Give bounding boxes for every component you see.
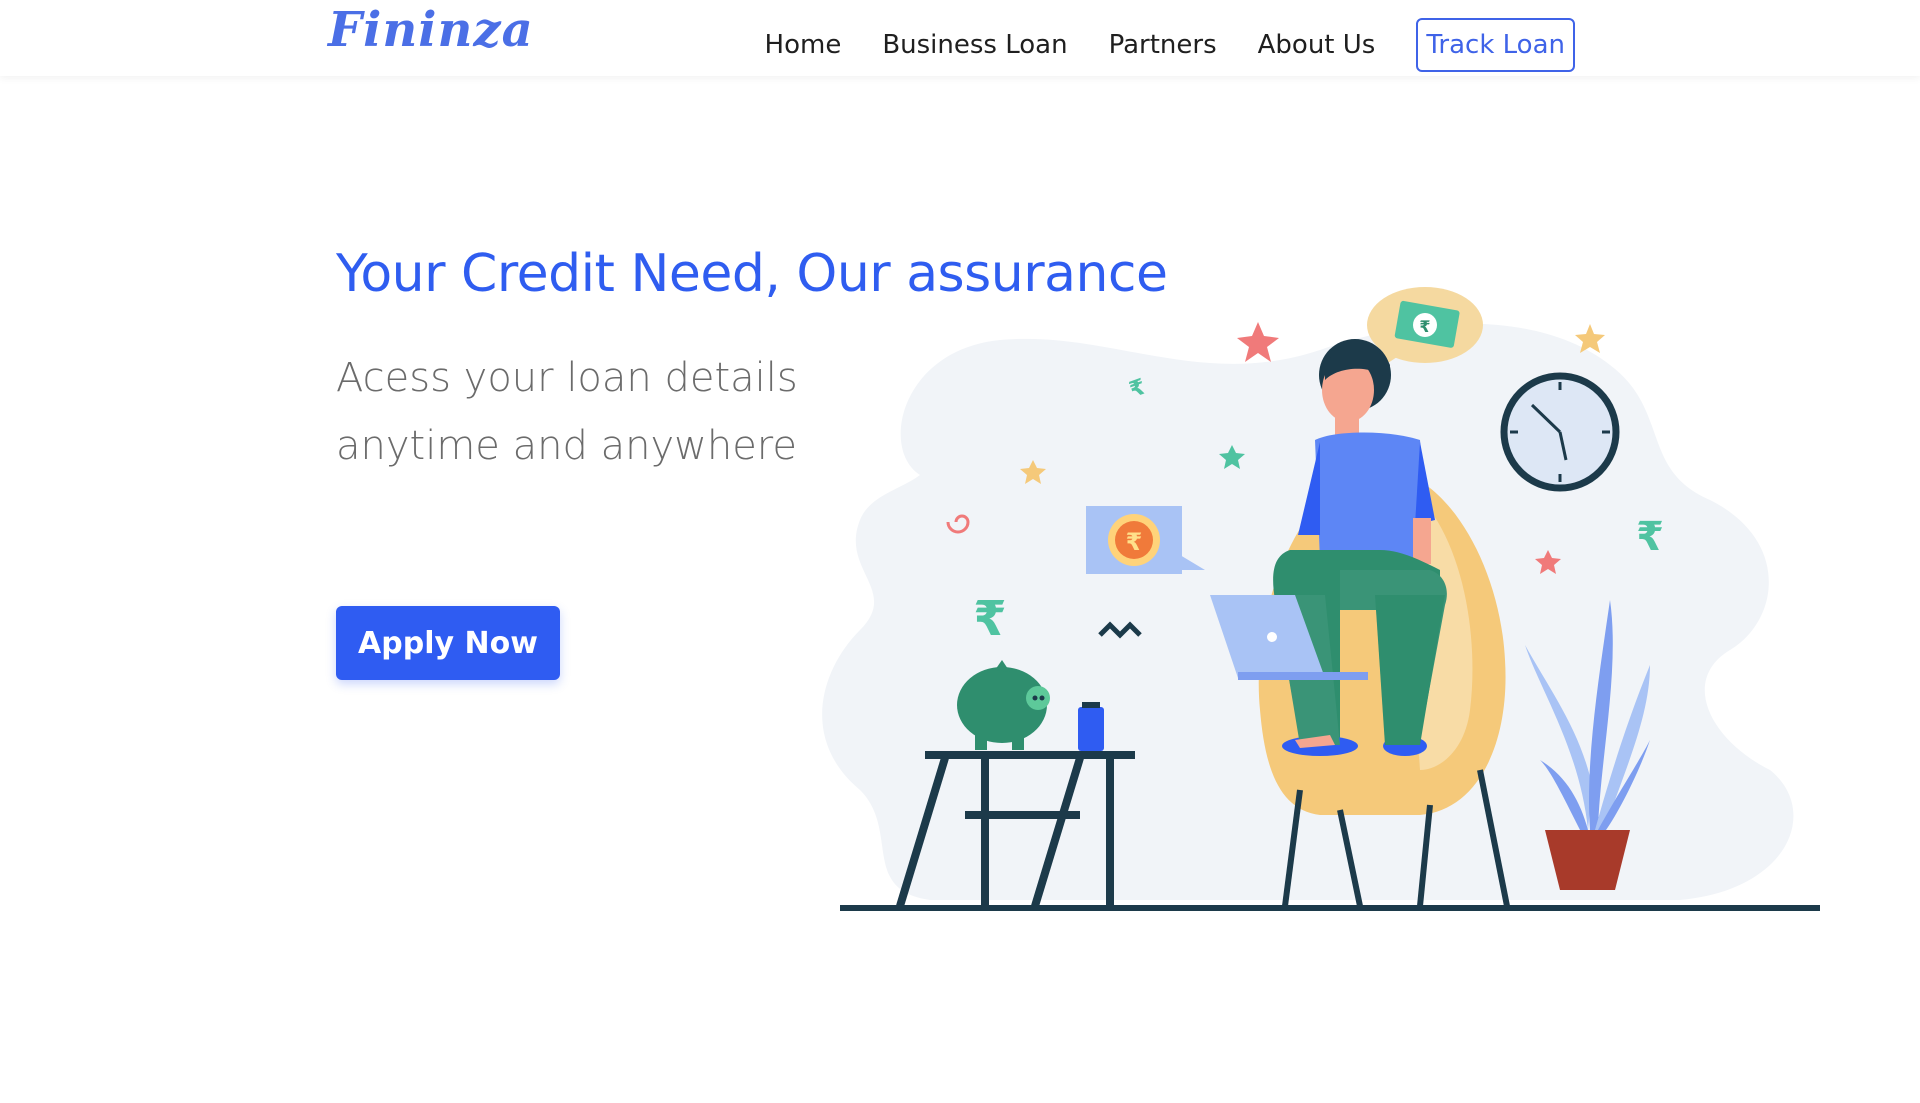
apply-now-button[interactable]: Apply Now [336,606,560,680]
brand-logo[interactable]: Fininza [328,2,534,58]
hero-subtitle-line-1: Acess your loan details [336,355,798,401]
can-icon [1078,702,1104,751]
main-nav: Home Business Loan Partners About Us Tra… [765,18,1575,72]
top-navigation-bar: Fininza Home Business Loan Partners Abou… [0,0,1920,76]
hero-subtitle-line-2: anytime and anywhere [336,423,797,469]
hero-subtitle: Acess your loan details anytime and anyw… [336,344,856,480]
nav-business-loan-link[interactable]: Business Loan [882,30,1067,60]
hero-illustration: ₹ ₹ ₹ ₹ ₹ [822,287,1820,911]
clock-icon [1500,372,1620,492]
track-loan-button[interactable]: Track Loan [1416,18,1575,72]
star-icon [1237,322,1279,362]
rupee-icon: ₹ [973,591,1006,647]
logo-text: Fininza [328,2,534,58]
nav-about-us-link[interactable]: About Us [1258,30,1376,60]
rupee-icon: ₹ [1636,514,1664,560]
coin-rupee-symbol: ₹ [1126,528,1143,556]
nav-home-link[interactable]: Home [765,30,842,60]
money-rupee-symbol: ₹ [1419,317,1430,336]
nav-partners-link[interactable]: Partners [1109,30,1217,60]
